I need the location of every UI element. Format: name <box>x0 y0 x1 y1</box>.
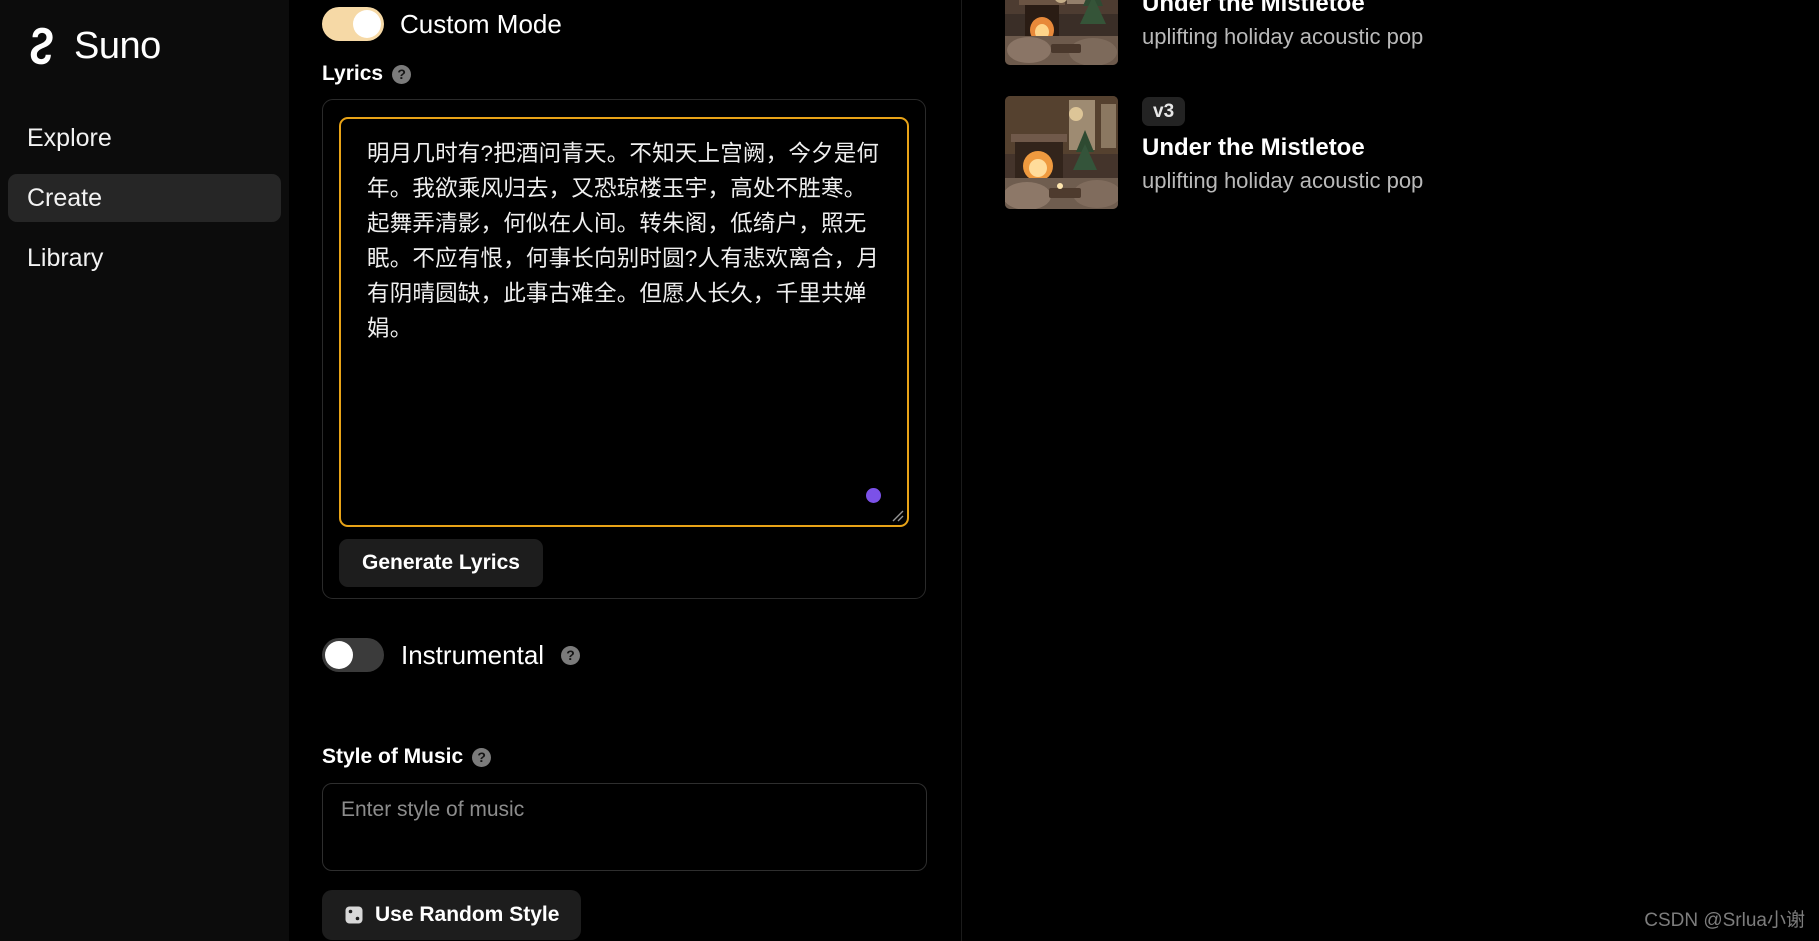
song-card[interactable]: v3 Under the Mistletoe uplifting holiday… <box>962 86 1819 219</box>
sidebar-item-library[interactable]: Library <box>8 234 281 282</box>
style-of-music-section: Style of Music ? Use Random Style <box>322 745 927 940</box>
lyrics-textarea[interactable]: 明月几时有?把酒问青天。不知天上宫阙，今夕是何年。我欲乘风归去，又恐琼楼玉宇，高… <box>339 117 909 527</box>
song-thumbnail[interactable] <box>1005 0 1118 65</box>
instrumental-row: Instrumental ? <box>322 635 926 675</box>
style-label-row: Style of Music ? <box>322 745 926 769</box>
style-of-music-label: Style of Music <box>322 745 464 768</box>
song-style: uplifting holiday acoustic pop <box>1142 168 1424 193</box>
lyrics-status-dot <box>866 488 881 503</box>
toggle-knob <box>325 641 353 669</box>
song-meta: v3 Under the Mistletoe uplifting holiday… <box>1142 96 1423 194</box>
custom-mode-label: Custom Mode <box>400 8 562 39</box>
song-title[interactable]: Under the Mistletoe <box>1142 0 1423 18</box>
suno-create-page: Suno Explore Create Library Custom Mode … <box>0 0 1819 941</box>
song-card[interactable]: v3 Under the Mistletoe uplifting holiday… <box>962 0 1819 75</box>
sidebar-nav: Explore Create Library <box>0 114 289 282</box>
song-title[interactable]: Under the Mistletoe <box>1142 134 1423 162</box>
question-mark-icon[interactable]: ? <box>561 645 581 665</box>
question-mark-icon[interactable]: ? <box>392 64 412 84</box>
song-list: v3 Under the Mistletoe uplifting holiday… <box>962 0 1819 219</box>
sidebar-item-create[interactable]: Create <box>8 174 281 222</box>
question-mark-icon[interactable]: ? <box>472 747 492 767</box>
song-thumbnail[interactable] <box>1005 96 1118 209</box>
lyrics-text: 明月几时有?把酒问青天。不知天上宫阙，今夕是何年。我欲乘风归去，又恐琼楼玉宇，高… <box>367 141 880 341</box>
use-random-style-label: Use Random Style <box>375 903 560 926</box>
generate-lyrics-button[interactable]: Generate Lyrics <box>339 539 543 587</box>
dice-icon <box>345 906 363 924</box>
song-list-panel: v3 Under the Mistletoe uplifting holiday… <box>962 0 1819 941</box>
custom-mode-row: Custom Mode <box>322 0 926 48</box>
brand-name: Suno <box>74 25 161 67</box>
cozy-living-room-christmas-fireplace-icon <box>1005 96 1118 209</box>
toggle-knob <box>353 10 381 38</box>
style-of-music-input[interactable] <box>322 783 927 871</box>
cozy-living-room-christmas-fireplace-icon <box>1005 0 1118 65</box>
create-panel: Custom Mode Lyrics ? 明月几时有?把酒问青天。不知天上宫阙，… <box>289 0 962 941</box>
brand[interactable]: Suno <box>0 12 289 72</box>
instrumental-toggle[interactable] <box>322 638 384 672</box>
lyrics-label: Lyrics <box>322 62 384 85</box>
song-style: uplifting holiday acoustic pop <box>1142 24 1424 49</box>
song-meta: v3 Under the Mistletoe uplifting holiday… <box>1142 0 1423 50</box>
watermark: CSDN @Srlua小谢 <box>1644 910 1805 931</box>
version-badge: v3 <box>1142 97 1186 126</box>
use-random-style-button[interactable]: Use Random Style <box>322 890 582 940</box>
suno-note-logo-icon <box>30 27 53 65</box>
lyrics-card: 明月几时有?把酒问青天。不知天上宫阙，今夕是何年。我欲乘风归去，又恐琼楼玉宇，高… <box>322 99 926 599</box>
custom-mode-toggle[interactable] <box>322 7 384 41</box>
sidebar-item-explore[interactable]: Explore <box>8 114 281 162</box>
sidebar: Suno Explore Create Library <box>0 0 289 941</box>
lyrics-label-row: Lyrics ? <box>322 62 926 86</box>
resize-handle-icon[interactable] <box>888 506 904 522</box>
instrumental-label: Instrumental <box>401 639 545 670</box>
